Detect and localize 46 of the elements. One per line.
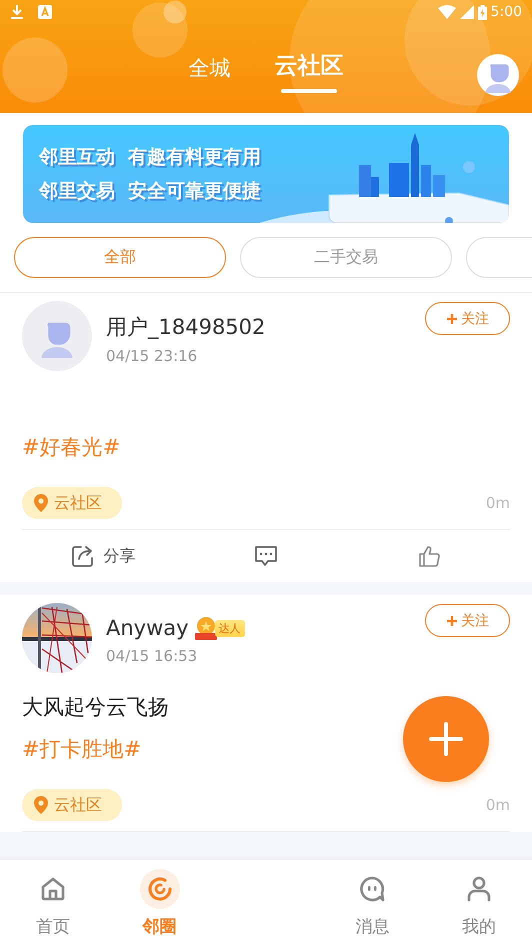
- share-icon: [71, 544, 96, 568]
- follow-button[interactable]: 关注: [425, 302, 510, 335]
- follow-button[interactable]: 关注: [425, 604, 510, 637]
- vip-medal-icon: [192, 615, 219, 641]
- person-icon: [464, 874, 493, 902]
- promo-banner[interactable]: 邻里互动 有趣有料更有用 邻里交易 安全可靠更便捷: [23, 125, 509, 223]
- post-time: 04/15 23:16: [106, 347, 198, 365]
- nav-tab[interactable]: 消息: [319, 860, 426, 946]
- header-tab[interactable]: 全城: [188, 44, 230, 94]
- home-icon: [39, 874, 68, 902]
- battery-icon: [478, 4, 487, 20]
- location-pin-icon: [34, 796, 48, 814]
- distance-text: 0m: [486, 796, 510, 814]
- location-tag[interactable]: 云社区: [22, 789, 122, 821]
- nav-tab[interactable]: 我的: [426, 860, 532, 946]
- thumbs-up-icon: [416, 544, 441, 568]
- download-icon: [10, 4, 24, 20]
- nav-tab[interactable]: 邻圈: [106, 860, 213, 946]
- header-tab[interactable]: 云社区: [274, 40, 344, 97]
- profile-avatar[interactable]: [477, 54, 519, 96]
- clock-time: 5:00: [490, 4, 522, 20]
- banner-slogan: 邻里交易 安全可靠更便捷: [39, 179, 262, 204]
- user-name[interactable]: 用户_18498502: [106, 313, 266, 341]
- plus-icon: [446, 312, 458, 324]
- signal-icon: [460, 5, 474, 19]
- plus-icon: [429, 722, 463, 756]
- share-button[interactable]: 分享: [67, 540, 140, 572]
- chat-icon: [358, 874, 386, 902]
- distance-text: 0m: [486, 494, 510, 512]
- wifi-icon: [438, 5, 456, 19]
- expert-badge: 达人: [214, 620, 245, 636]
- banner-slogan: 邻里互动 有趣有料更有用: [39, 145, 262, 170]
- ring-icon: [146, 874, 174, 902]
- nav-tab[interactable]: 首页: [0, 860, 106, 946]
- topic-tag[interactable]: #打卡胜地#: [22, 735, 510, 763]
- post-time: 04/15 16:53: [106, 647, 198, 665]
- location-pin-icon: [34, 494, 48, 512]
- location-tag[interactable]: 云社区: [22, 487, 122, 519]
- plus-icon: [446, 614, 458, 626]
- filter-chip[interactable]: 二手交易: [240, 237, 452, 278]
- post-text: 大风起兮云飞扬: [22, 694, 170, 721]
- topic-tag[interactable]: #好春光#: [22, 433, 510, 461]
- filter-chip[interactable]: 全部: [14, 237, 226, 278]
- user-name[interactable]: Anyway: [106, 616, 189, 640]
- comment-icon: [252, 544, 279, 568]
- keyboard-a-icon: [38, 5, 52, 19]
